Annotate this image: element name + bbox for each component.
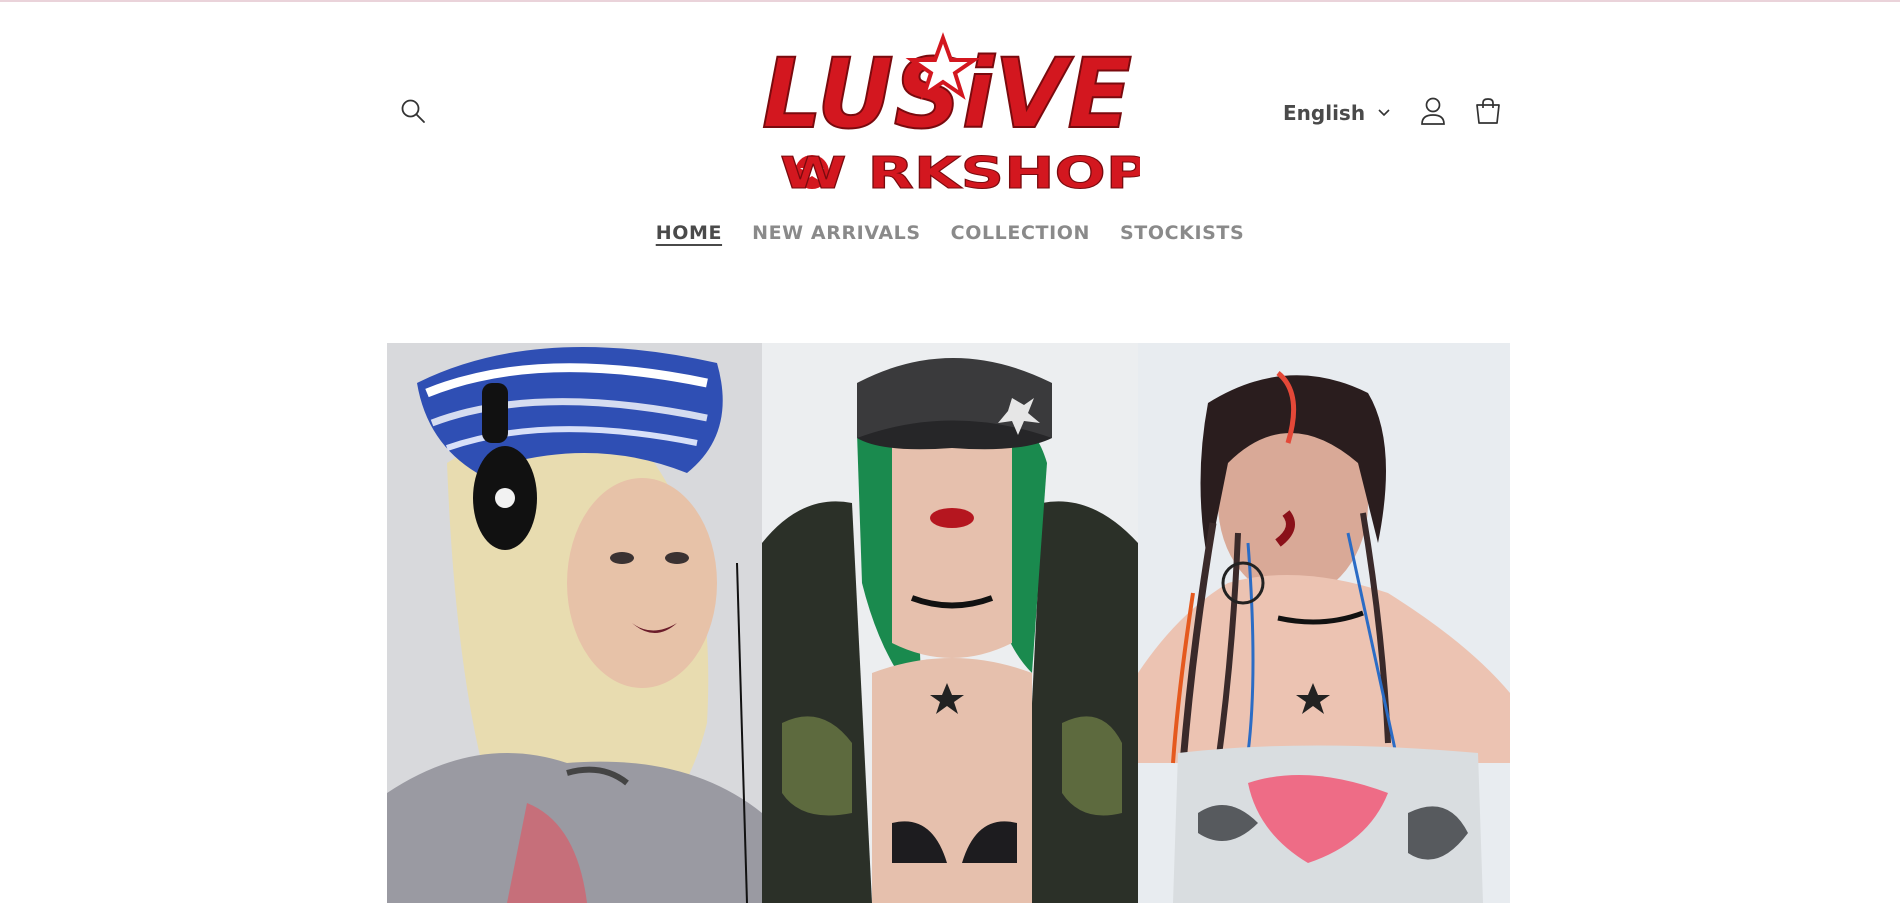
account-icon bbox=[1421, 97, 1445, 125]
search-icon bbox=[401, 99, 425, 123]
nav-home[interactable]: HOME bbox=[656, 222, 722, 256]
logo-workshop: W RKSHOP bbox=[780, 148, 1140, 194]
site-header: LUSiVE W RKSHOP English HOME NEW ARRIVAL… bbox=[0, 2, 1900, 244]
nav-stockists[interactable]: STOCKISTS bbox=[1120, 222, 1244, 256]
main-nav: HOME NEW ARRIVALS COLLECTION STOCKISTS bbox=[0, 222, 1900, 256]
hero-image-model-3 bbox=[1138, 343, 1510, 903]
search-button[interactable] bbox=[393, 91, 433, 131]
chevron-down-icon bbox=[1378, 109, 1390, 117]
hero-banner[interactable] bbox=[387, 343, 1510, 903]
language-selector[interactable]: English bbox=[1283, 98, 1391, 128]
language-label: English bbox=[1283, 101, 1366, 125]
account-button[interactable] bbox=[1413, 91, 1453, 131]
nav-new-arrivals[interactable]: NEW ARRIVALS bbox=[752, 222, 921, 256]
hero-image-model-1 bbox=[387, 343, 762, 903]
hero-image-model-2 bbox=[762, 343, 1138, 903]
cart-icon bbox=[1476, 98, 1500, 124]
site-logo[interactable]: LUSiVE W RKSHOP bbox=[755, 32, 1151, 200]
cart-button[interactable] bbox=[1468, 91, 1508, 131]
nav-collection[interactable]: COLLECTION bbox=[951, 222, 1090, 256]
